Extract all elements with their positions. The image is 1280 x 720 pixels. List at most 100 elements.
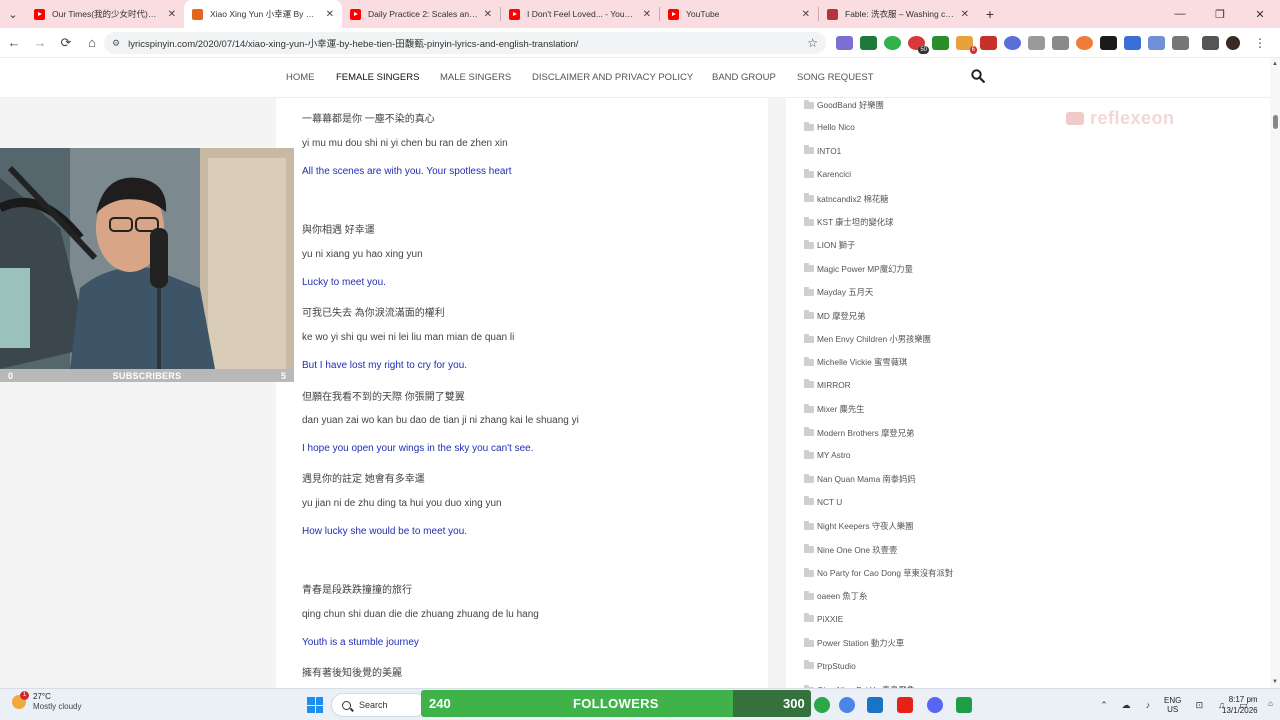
sidebar-category-label[interactable]: Hello Nico (817, 122, 855, 132)
orange-extension-icon[interactable]: 6 (956, 36, 977, 54)
bookmark-star-icon[interactable]: ☆ (807, 36, 818, 50)
pdf-extension-icon[interactable] (980, 36, 997, 50)
sidebar-category-item[interactable]: PiXXIE (804, 613, 843, 624)
camera-extension-icon[interactable] (1052, 36, 1069, 50)
sidebar-category-item[interactable]: Hello Nico (804, 121, 855, 132)
youtube-icon[interactable] (897, 697, 913, 713)
tab-close-icon[interactable]: ✕ (802, 9, 810, 20)
sidebar-category-label[interactable]: PiXXIE (817, 614, 843, 624)
sidebar-category-item[interactable]: Night Keepers 守夜人樂團 (804, 520, 913, 532)
tab-fable[interactable]: Fable: 洗衣服 – Washing clothe ✕ (819, 0, 977, 28)
nav-female-singers[interactable]: FEMALE SINGERS (336, 72, 419, 83)
page-scrollbar[interactable]: ▲ ▼ (1270, 58, 1280, 688)
sidebar-category-item[interactable]: Men Envy Children 小男孩樂團 (804, 333, 931, 345)
leaf-extension-icon[interactable] (884, 36, 901, 50)
scroll-down-arrow-icon[interactable]: ▼ (1272, 679, 1278, 685)
tab-daily-practice[interactable]: Daily Practice 2: Scales and Inte ✕ (342, 0, 500, 28)
sidebar-category-label[interactable]: Night Keepers 守夜人樂團 (817, 520, 913, 532)
sidebar-category-item[interactable]: Power Station 動力火車 (804, 637, 904, 649)
new-tab-button[interactable]: + (977, 0, 1003, 28)
sidebar-category-label[interactable]: PtrpStudio (817, 661, 856, 671)
sidebar-category-label[interactable]: Nine One One 玖壹壹 (817, 544, 897, 556)
sidebar-category-item[interactable]: MY Astro (804, 449, 851, 460)
sidebar-category-label[interactable]: Mayday 五月天 (817, 286, 873, 298)
back-button[interactable]: ← (2, 31, 26, 55)
grid-extension-icon[interactable] (1148, 36, 1165, 50)
tab-i-dont-feel-loved[interactable]: I Don't Feel Loved... - YouTube ✕ (501, 0, 659, 28)
sidebar-category-item[interactable]: Nine One One 玖壹壹 (804, 544, 897, 556)
sidebar-category-label[interactable]: MY Astro (817, 450, 851, 460)
tab-close-icon[interactable]: ✕ (643, 9, 651, 20)
sidebar-category-item[interactable]: MD 摩登兄弟 (804, 310, 865, 322)
download-extension-icon[interactable] (932, 36, 949, 50)
taskbar-clock[interactable]: 8:17 pm 13/1/2026 (1222, 694, 1258, 716)
sidebar-category-label[interactable]: Modern Brothers 摩登兄弟 (817, 427, 914, 439)
nav-song-request[interactable]: SONG REQUEST (797, 72, 874, 83)
sidebar-category-item[interactable]: Karencici (804, 168, 851, 179)
circle-extension-icon[interactable] (1004, 36, 1021, 50)
sidebar-category-label[interactable]: INTO1 (817, 146, 841, 156)
sidebar-category-item[interactable]: No Party for Cao Dong 草東沒有派對 (804, 567, 953, 579)
sidebar-category-item[interactable]: KST 康士坦的變化球 (804, 216, 893, 228)
sidebar-category-label[interactable]: KST 康士坦的變化球 (817, 216, 893, 228)
whatsapp-icon[interactable] (814, 697, 830, 713)
tab-close-icon[interactable]: ✕ (961, 9, 969, 20)
sidebar-category-label[interactable]: katncandix2 棉花糖 (817, 193, 888, 205)
restore-button[interactable]: ❐ (1200, 0, 1240, 28)
microphone-icon[interactable]: ♪ (1142, 699, 1154, 711)
url-text[interactable]: lyricspinyin.com/2020/07/14/xiao-xing-yu… (128, 36, 807, 50)
chrome-icon[interactable] (839, 697, 855, 713)
nav-male-singers[interactable]: MALE SINGERS (440, 72, 511, 83)
sidebar-category-item[interactable]: Mixer 麋先生 (804, 403, 864, 415)
tab-close-icon[interactable]: ✕ (326, 9, 334, 20)
tab-close-icon[interactable]: ✕ (168, 9, 176, 20)
sidebar-category-item[interactable]: GoodBand 好樂團 (804, 99, 884, 111)
tab-close-icon[interactable]: ✕ (484, 9, 492, 20)
onedrive-icon[interactable]: ☁ (1120, 699, 1132, 711)
tab-xiao-xing-yun[interactable]: Xiao Xing Yun 小幸運 By Hebe ✕ (184, 0, 342, 28)
reload-button[interactable]: ⟳ (54, 31, 78, 55)
search-icon[interactable] (971, 69, 985, 83)
profile-avatar[interactable] (1226, 36, 1240, 50)
site-info-icon[interactable]: ⚙ (112, 38, 120, 49)
weather-widget[interactable]: 1 27°C Mostly cloudy (12, 691, 81, 712)
reading-list-icon[interactable] (1202, 36, 1219, 50)
sidebar-category-item[interactable]: Modern Brothers 摩登兄弟 (804, 427, 914, 439)
show-hidden-icons-chevron-icon[interactable]: ⌃ (1098, 699, 1110, 711)
nav-band-group[interactable]: BAND GROUP (712, 72, 776, 83)
sidebar-category-label[interactable]: LION 獅子 (817, 239, 855, 251)
sidebar-category-label[interactable]: Power Station 動力火車 (817, 637, 904, 649)
sidebar-category-item[interactable]: MIRROR (804, 379, 851, 390)
screenshot-extension-icon[interactable] (1028, 36, 1045, 50)
sidebar-category-label[interactable]: Karencici (817, 169, 851, 179)
nav-home[interactable]: HOME (286, 72, 315, 83)
sidebar-category-item[interactable]: INTO1 (804, 145, 841, 156)
discord-icon[interactable] (927, 697, 943, 713)
puzzle-extension-icon[interactable] (1172, 36, 1189, 50)
taskbar-app-icon[interactable] (867, 697, 883, 713)
close-window-button[interactable]: ✕ (1240, 0, 1280, 28)
sidebar-category-item[interactable]: Magic Power MP魔幻力量 (804, 263, 913, 275)
scroll-up-arrow-icon[interactable]: ▲ (1272, 61, 1278, 67)
sidebar-category-label[interactable]: MIRROR (817, 380, 851, 390)
notifications-icon[interactable]: ⌂ (1268, 699, 1273, 708)
sidebar-category-item[interactable]: LION 獅子 (804, 239, 855, 251)
f-extension-icon[interactable] (1100, 36, 1117, 50)
green-extension-icon[interactable] (860, 36, 877, 50)
sidebar-category-item[interactable]: PtrpStudio (804, 660, 856, 671)
sidebar-category-label[interactable]: NCT U (817, 497, 842, 507)
sidebar-category-label[interactable]: GoodBand 好樂團 (817, 99, 884, 111)
minimize-button[interactable]: — (1160, 0, 1200, 28)
browser-menu-icon[interactable]: ⋮ (1254, 36, 1266, 50)
sidebar-category-item[interactable]: Nan Quan Mama 南拳妈妈 (804, 473, 916, 485)
start-button-icon[interactable] (307, 697, 323, 713)
blue-extension-icon[interactable] (1124, 36, 1141, 50)
address-bar[interactable]: ⚙ lyricspinyin.com/2020/07/14/xiao-xing-… (104, 32, 826, 54)
sidebar-category-label[interactable]: Michelle Vickie 蜜雪薇琪 (817, 356, 907, 368)
sidebar-category-item[interactable]: katncandix2 棉花糖 (804, 193, 888, 205)
tab-our-times[interactable]: Our Times(我的少女时代)电影 ✕ (26, 0, 184, 28)
pen-extension-icon[interactable] (836, 36, 853, 50)
sidebar-category-item[interactable]: Michelle Vickie 蜜雪薇琪 (804, 356, 907, 368)
sidebar-category-label[interactable]: MD 摩登兄弟 (817, 310, 865, 322)
network-icon[interactable]: ⊡ (1193, 699, 1205, 711)
